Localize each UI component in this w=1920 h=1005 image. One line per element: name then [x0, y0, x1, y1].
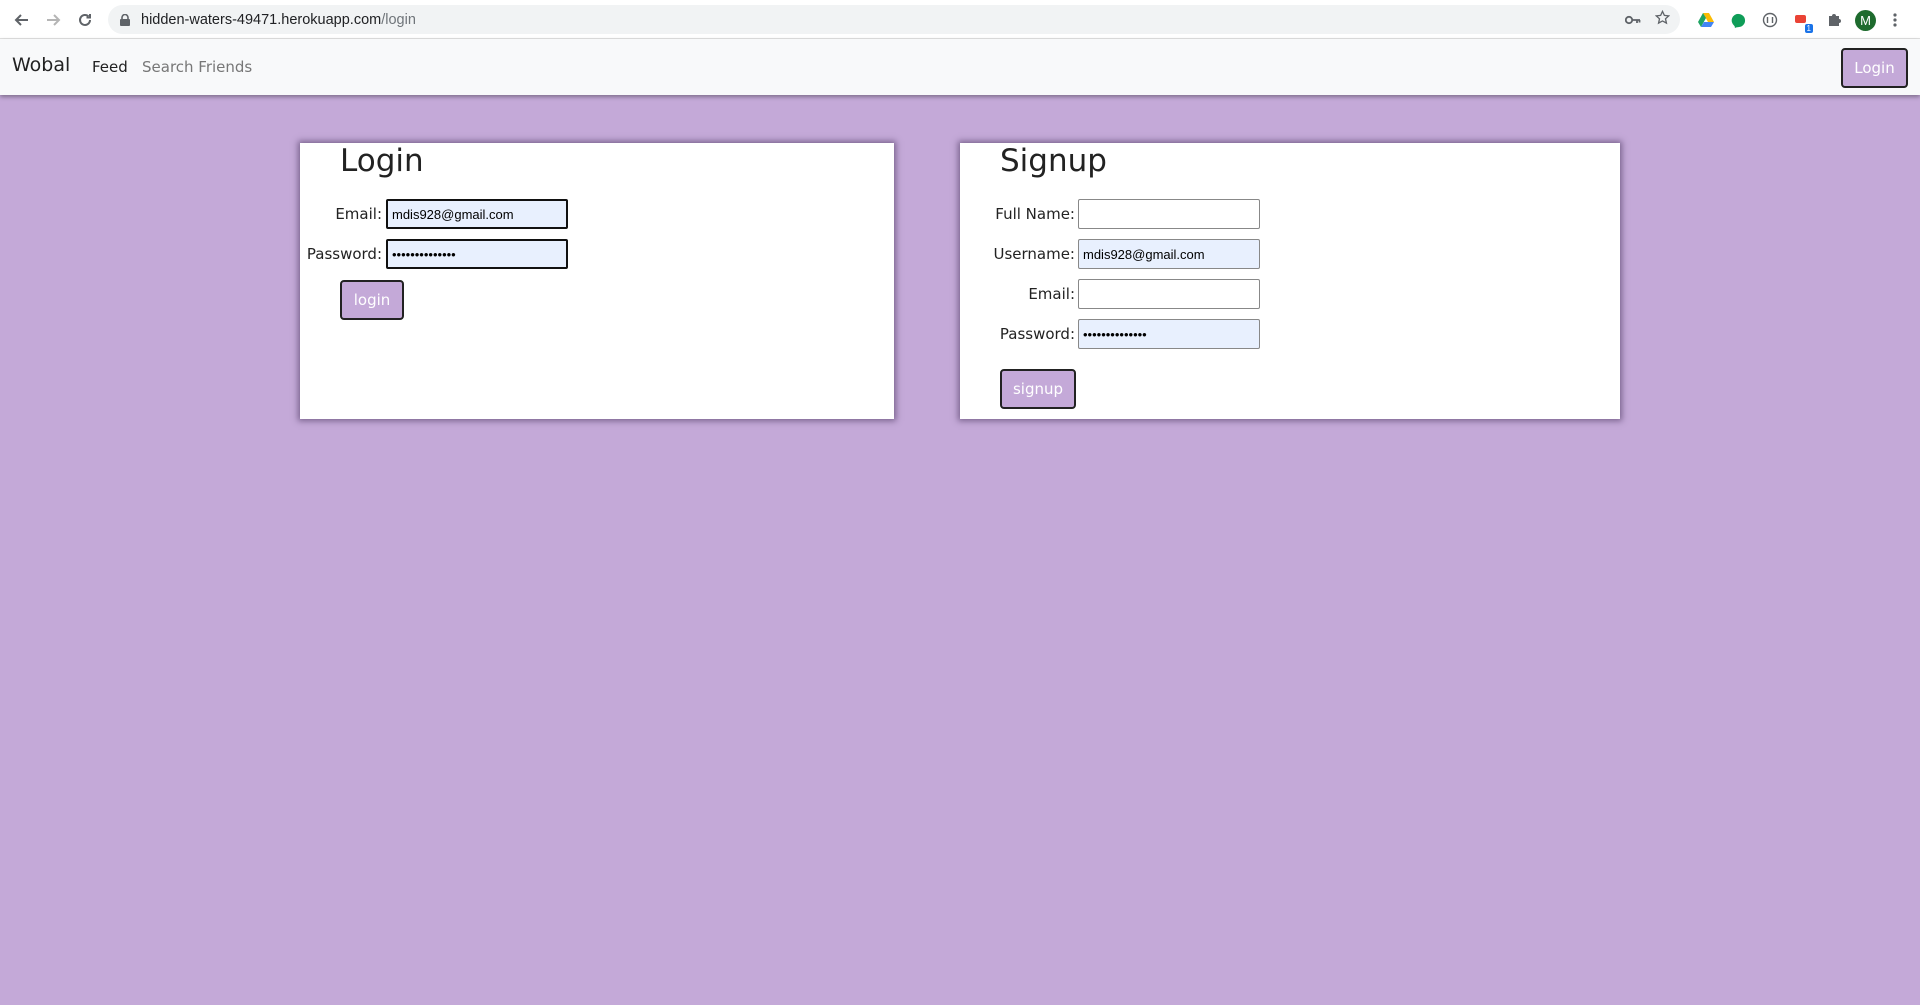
signup-card: Signup Full Name: Username: Email: Passw…: [960, 143, 1620, 419]
circle-extension-icon[interactable]: [1759, 9, 1781, 31]
puzzle-icon[interactable]: [1823, 9, 1845, 31]
brand-logo[interactable]: Wobal: [12, 54, 70, 76]
badge-extension-icon[interactable]: 1: [1791, 9, 1813, 33]
profile-avatar[interactable]: M: [1855, 9, 1876, 31]
login-title: Login: [340, 143, 424, 179]
app-navbar: Wobal Feed Search Friends Login: [0, 39, 1920, 95]
address-bar[interactable]: hidden-waters-49471.herokuapp.com/login: [108, 5, 1680, 34]
signup-username-input[interactable]: [1078, 239, 1260, 269]
green-chat-icon[interactable]: [1727, 9, 1749, 31]
navbar-login-button[interactable]: Login: [1841, 48, 1908, 88]
login-email-label: Email:: [335, 205, 382, 223]
url-text: hidden-waters-49471.herokuapp.com/login: [141, 12, 416, 28]
signup-fullname-input[interactable]: [1078, 199, 1260, 229]
forward-arrow-icon[interactable]: [38, 5, 68, 35]
signup-password-label: Password:: [999, 325, 1075, 343]
signup-username-label: Username:: [993, 245, 1075, 263]
lock-icon: [118, 13, 132, 27]
browser-toolbar: hidden-waters-49471.herokuapp.com/login …: [0, 0, 1920, 39]
address-bar-actions: [1624, 5, 1671, 34]
login-email-input[interactable]: [386, 199, 568, 229]
login-password-label: Password:: [306, 245, 382, 263]
nav-link-feed[interactable]: Feed: [92, 58, 128, 76]
signup-title: Signup: [1000, 143, 1107, 179]
extensions-area: 1 M: [1695, 8, 1906, 33]
back-arrow-icon[interactable]: [7, 5, 37, 35]
key-icon[interactable]: [1624, 10, 1641, 29]
signup-fullname-label: Full Name:: [995, 205, 1075, 223]
login-submit-button[interactable]: login: [340, 280, 404, 320]
url-path: /login: [381, 11, 416, 28]
signup-password-input[interactable]: [1078, 319, 1260, 349]
signup-email-input[interactable]: [1078, 279, 1260, 309]
url-host: hidden-waters-49471.herokuapp.com: [141, 11, 382, 28]
drive-icon[interactable]: [1695, 9, 1717, 31]
signup-email-label: Email:: [1028, 285, 1075, 303]
bookmark-star-icon[interactable]: [1654, 9, 1671, 29]
login-card: Login Email: Password: login: [300, 143, 894, 419]
reload-icon[interactable]: [70, 5, 100, 35]
menu-dots-icon[interactable]: [1884, 9, 1906, 31]
signup-submit-button[interactable]: signup: [1000, 369, 1076, 409]
nav-link-search-friends[interactable]: Search Friends: [142, 58, 252, 76]
login-password-input[interactable]: [386, 239, 568, 269]
extension-badge: 1: [1804, 24, 1813, 33]
